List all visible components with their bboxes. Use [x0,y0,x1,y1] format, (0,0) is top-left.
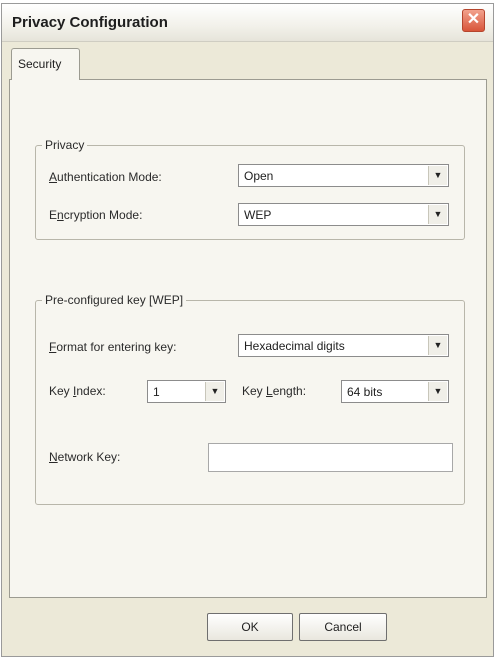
key-length-value: 64 bits [347,385,383,399]
network-key-input[interactable] [208,443,453,472]
chevron-down-icon[interactable]: ▼ [428,336,447,355]
privacy-group-legend: Privacy [42,138,88,152]
key-index-label: Key Index: [49,384,106,398]
key-format-label: Format for entering key: [49,340,177,354]
tab-security[interactable]: Security [11,48,80,80]
encryption-mode-select[interactable]: WEP ▼ [238,203,449,226]
chevron-down-icon[interactable]: ▼ [205,382,224,401]
privacy-group: Privacy Authentication Mode: Open ▼ Encr… [35,138,465,240]
security-tab-panel: Privacy Authentication Mode: Open ▼ Encr… [9,79,487,598]
cancel-button[interactable]: Cancel [299,613,387,641]
ok-button-label: OK [241,620,259,634]
authentication-mode-value: Open [244,169,274,183]
tab-security-label: Security [18,57,62,71]
preconfigured-key-group: Pre-configured key [WEP] Format for ente… [35,293,465,505]
key-length-select[interactable]: 64 bits ▼ [341,380,449,403]
preconfigured-key-group-legend: Pre-configured key [WEP] [42,293,187,307]
window-title: Privacy Configuration [12,14,168,31]
network-key-label: Network Key: [49,450,121,464]
ok-button[interactable]: OK [207,613,293,641]
key-index-value: 1 [153,385,160,399]
encryption-mode-value: WEP [244,208,272,222]
close-button[interactable]: ✕ [462,9,485,32]
chevron-down-icon[interactable]: ▼ [428,205,447,224]
key-length-label: Key Length: [242,384,307,398]
title-bar: Privacy Configuration ✕ [2,4,493,42]
key-index-select[interactable]: 1 ▼ [147,380,226,403]
key-format-value: Hexadecimal digits [244,339,345,353]
cancel-button-label: Cancel [324,620,362,634]
key-format-select[interactable]: Hexadecimal digits ▼ [238,334,449,357]
authentication-mode-label: Authentication Mode: [49,170,162,184]
chevron-down-icon[interactable]: ▼ [428,382,447,401]
chevron-down-icon[interactable]: ▼ [428,166,447,185]
close-icon: ✕ [466,11,481,28]
privacy-configuration-window: Privacy Configuration ✕ Security Privacy… [1,3,494,657]
encryption-mode-label: Encryption Mode: [49,208,143,222]
authentication-mode-select[interactable]: Open ▼ [238,164,449,187]
